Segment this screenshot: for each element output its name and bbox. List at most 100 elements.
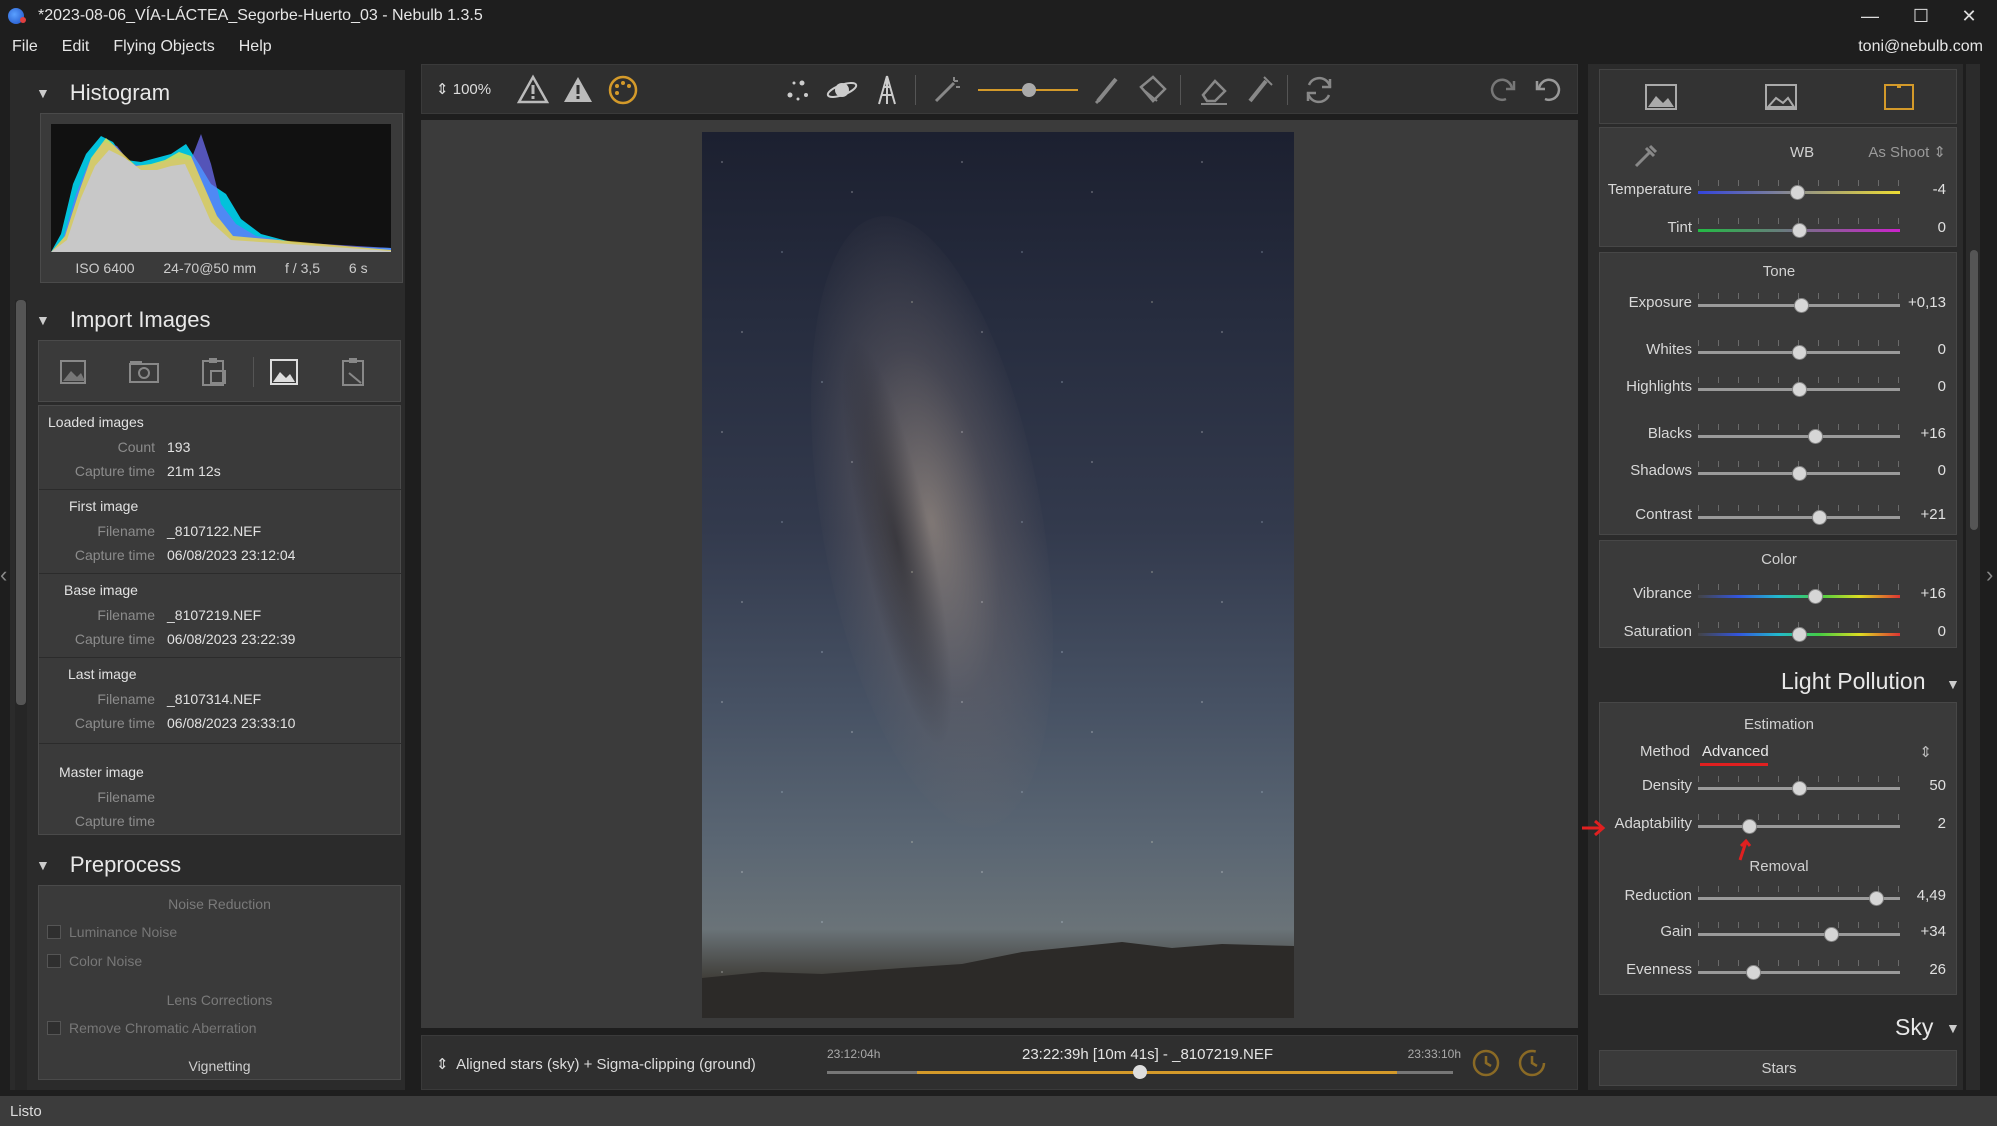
histogram-header[interactable]: ▼ Histogram — [36, 80, 170, 106]
adaptability-slider[interactable]: Adaptability 2 — [1600, 811, 1958, 839]
contrast-slider[interactable]: Contrast +21 — [1600, 502, 1958, 530]
import-header[interactable]: ▼ Import Images — [36, 307, 210, 333]
clock-icon[interactable] — [1470, 1047, 1502, 1079]
magic-wand-icon[interactable] — [930, 73, 964, 107]
reduction-value[interactable]: 4,49 — [1917, 887, 1946, 904]
color-noise-checkbox[interactable]: Color Noise — [47, 953, 142, 969]
slider-track[interactable] — [1698, 435, 1900, 438]
redo-icon[interactable] — [1486, 73, 1520, 107]
whites-value[interactable]: 0 — [1938, 341, 1946, 358]
evenness-value[interactable]: 26 — [1929, 961, 1946, 978]
slider-knob[interactable] — [1808, 429, 1824, 444]
gain-value[interactable]: +34 — [1921, 923, 1946, 940]
contrast-value[interactable]: +21 — [1921, 506, 1946, 523]
master-image-icon[interactable] — [267, 355, 301, 389]
menu-file[interactable]: File — [0, 38, 50, 56]
tint-value[interactable]: 0 — [1938, 219, 1946, 236]
stars-card[interactable]: Stars — [1599, 1050, 1957, 1086]
luminance-noise-checkbox[interactable]: Luminance Noise — [47, 924, 177, 940]
tower-icon[interactable] — [870, 73, 904, 107]
planet-icon[interactable] — [825, 73, 859, 107]
collapse-left-icon[interactable]: ‹ — [0, 562, 7, 588]
zoom-level[interactable]: ⇕ 100% — [436, 80, 491, 98]
gain-slider[interactable]: Gain +34 — [1600, 919, 1958, 947]
slider-knob[interactable] — [1794, 298, 1810, 313]
saturation-slider[interactable]: Saturation 0 — [1600, 619, 1958, 647]
palette-icon[interactable] — [606, 73, 640, 107]
exposure-value[interactable]: +0,13 — [1908, 294, 1946, 311]
adaptability-value[interactable]: 2 — [1938, 815, 1946, 832]
slider-track[interactable] — [1698, 933, 1900, 936]
slider-track[interactable] — [1698, 971, 1900, 974]
clock-reset-icon[interactable] — [1516, 1047, 1548, 1079]
slider-track[interactable] — [1698, 595, 1900, 598]
import-images-icon[interactable] — [57, 355, 91, 389]
temperature-value[interactable]: -4 — [1933, 181, 1946, 198]
sky-title[interactable]: Sky — [1895, 1014, 1933, 1041]
slider-track[interactable] — [1698, 825, 1900, 828]
method-select[interactable]: Advanced ⇕ — [1702, 743, 1942, 761]
tab-crop-icon[interactable] — [1882, 82, 1916, 112]
evenness-slider[interactable]: Evenness 26 — [1600, 957, 1958, 985]
right-scroll-track[interactable] — [1966, 64, 1980, 1090]
slider-knob[interactable] — [1792, 627, 1807, 642]
brush-size-knob[interactable] — [1022, 83, 1036, 97]
tab-image-icon[interactable] — [1644, 82, 1678, 112]
slider-knob[interactable] — [1745, 965, 1761, 980]
slider-track[interactable] — [1698, 516, 1900, 519]
collapse-right-icon[interactable]: › — [1986, 562, 1993, 588]
chromatic-aberration-checkbox[interactable]: Remove Chromatic Aberration — [47, 1020, 257, 1036]
user-account[interactable]: toni@nebulb.com — [1858, 38, 1983, 56]
slider-knob[interactable] — [1824, 927, 1840, 942]
highlights-value[interactable]: 0 — [1938, 378, 1946, 395]
stacking-method-selector[interactable]: ⇕ Aligned stars (sky) + Sigma-clipping (… — [436, 1055, 756, 1073]
eraser-icon[interactable] — [1197, 73, 1231, 107]
clear-brush-icon[interactable] — [1242, 73, 1276, 107]
milky-way-photo[interactable] — [702, 132, 1294, 1018]
preprocess-header[interactable]: ▼ Preprocess — [36, 852, 181, 878]
blacks-slider[interactable]: Blacks +16 — [1600, 421, 1958, 449]
collapse-triangle-icon[interactable]: ▼ — [1946, 1020, 1960, 1036]
slider-knob[interactable] — [1808, 589, 1824, 604]
shadows-slider[interactable]: Shadows 0 — [1600, 458, 1958, 486]
warning-filled-icon[interactable] — [561, 73, 595, 107]
density-value[interactable]: 50 — [1929, 777, 1946, 794]
menu-edit[interactable]: Edit — [50, 38, 102, 56]
close-button[interactable]: ✕ — [1941, 0, 1997, 32]
clear-images-icon[interactable] — [337, 355, 371, 389]
stars-icon[interactable] — [780, 73, 814, 107]
import-clipboard-icon[interactable] — [197, 355, 231, 389]
shadows-value[interactable]: 0 — [1938, 462, 1946, 479]
light-pollution-title[interactable]: Light Pollution — [1781, 668, 1926, 695]
undo-icon[interactable] — [1531, 73, 1565, 107]
wb-mode-select[interactable]: As Shoot ⇕ — [1868, 143, 1946, 161]
refresh-icon[interactable] — [1302, 73, 1336, 107]
menu-flying-objects[interactable]: Flying Objects — [101, 38, 226, 56]
vibrance-slider[interactable]: Vibrance +16 — [1600, 581, 1958, 609]
timeline-slider[interactable] — [827, 1065, 1453, 1079]
eyedropper-icon[interactable] — [1628, 138, 1662, 172]
highlights-slider[interactable]: Highlights 0 — [1600, 374, 1958, 402]
slider-knob[interactable] — [1792, 382, 1807, 397]
reduction-slider[interactable]: Reduction 4,49 — [1600, 883, 1958, 911]
timeline-knob[interactable] — [1133, 1065, 1147, 1079]
right-scrollbar[interactable] — [1970, 250, 1978, 530]
slider-knob[interactable] — [1741, 819, 1757, 834]
slider-knob[interactable] — [1792, 345, 1807, 360]
tab-sky-icon[interactable] — [1764, 82, 1798, 112]
slider-knob[interactable] — [1789, 185, 1805, 200]
saturation-value[interactable]: 0 — [1938, 623, 1946, 640]
temperature-slider[interactable]: Temperature -4 — [1600, 177, 1958, 205]
slider-knob[interactable] — [1792, 781, 1807, 796]
brush-icon[interactable] — [1090, 73, 1124, 107]
vignetting-title[interactable]: Vignetting — [39, 1058, 400, 1074]
left-scrollbar[interactable] — [16, 300, 26, 705]
vibrance-value[interactable]: +16 — [1921, 585, 1946, 602]
exposure-slider[interactable]: Exposure +0,13 — [1600, 290, 1958, 318]
slider-knob[interactable] — [1792, 223, 1807, 238]
slider-knob[interactable] — [1792, 466, 1807, 481]
slider-knob[interactable] — [1868, 891, 1884, 906]
minimize-button[interactable]: — — [1842, 0, 1898, 32]
collapse-triangle-icon[interactable]: ▼ — [1946, 676, 1960, 692]
whites-slider[interactable]: Whites 0 — [1600, 337, 1958, 365]
